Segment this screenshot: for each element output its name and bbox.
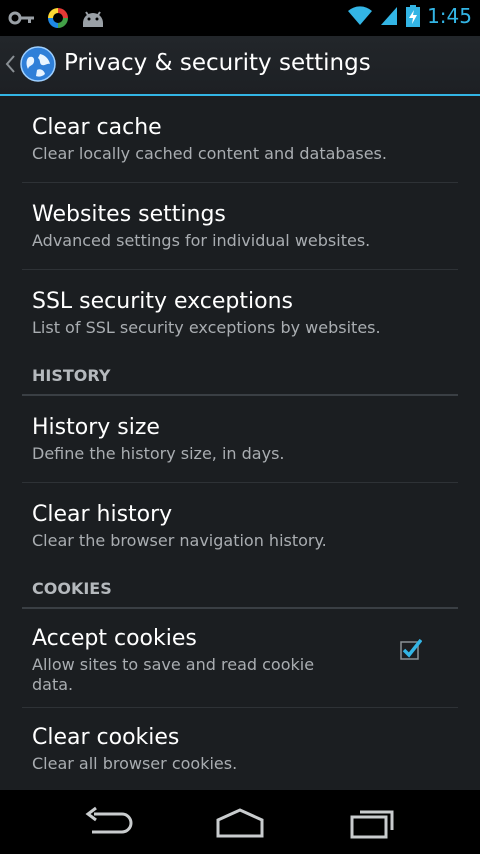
up-navigation[interactable] [0, 36, 60, 94]
status-bar: 1:45 [0, 0, 480, 36]
pref-title: Clear cache [32, 115, 162, 140]
navigation-bar [0, 790, 480, 854]
pref-websites-settings[interactable]: Websites settings Advanced settings for … [22, 183, 458, 270]
settings-list: Clear cache Clear locally cached content… [0, 96, 480, 790]
pref-title: Websites settings [32, 202, 226, 227]
action-bar: Privacy & security settings [0, 36, 480, 96]
pref-summary: Clear the browser navigation history. [32, 531, 327, 550]
battery-charging-icon [406, 5, 421, 27]
signal-icon [381, 7, 398, 25]
status-clock: 1:45 [427, 4, 472, 28]
pref-clear-cache[interactable]: Clear cache Clear locally cached content… [22, 96, 458, 183]
wifi-icon [348, 6, 373, 25]
pref-title: SSL security exceptions [32, 289, 293, 314]
pref-ssl-exceptions[interactable]: SSL security exceptions List of SSL secu… [22, 270, 458, 356]
pref-clear-history[interactable]: Clear history Clear the browser navigati… [22, 483, 458, 569]
home-button-icon[interactable] [214, 806, 266, 840]
category-header-cookies: COOKIES [22, 569, 458, 609]
pref-summary: Advanced settings for individual website… [32, 231, 371, 250]
key-icon [8, 11, 34, 25]
browser-globe-icon [20, 46, 56, 82]
pref-summary: List of SSL security exceptions by websi… [32, 318, 381, 337]
pref-summary: Define the history size, in days. [32, 444, 285, 463]
pref-summary: Allow sites to save and read cookie data… [32, 655, 315, 694]
android-icon [83, 11, 103, 27]
chevron-left-icon [5, 55, 15, 73]
category-header-history: HISTORY [22, 356, 458, 396]
pref-title: Clear history [32, 502, 173, 527]
pref-accept-cookies[interactable]: Accept cookies Allow sites to save and r… [22, 609, 458, 708]
back-button-icon[interactable] [82, 806, 134, 840]
pref-title: History size [32, 415, 160, 440]
page-title: Privacy & security settings [64, 50, 371, 76]
accept-cookies-checkbox[interactable] [400, 638, 422, 660]
pref-summary: Clear locally cached content and databas… [32, 144, 387, 163]
recent-apps-button-icon[interactable] [348, 806, 400, 840]
pref-clear-cookies[interactable]: Clear cookies Clear all browser cookies. [22, 708, 458, 790]
pref-title: Clear cookies [32, 725, 180, 750]
pref-history-size[interactable]: History size Define the history size, in… [22, 396, 458, 483]
sync-app-icon [48, 8, 68, 28]
pref-summary: Clear all browser cookies. [32, 754, 238, 773]
pref-title: Accept cookies [32, 626, 197, 651]
